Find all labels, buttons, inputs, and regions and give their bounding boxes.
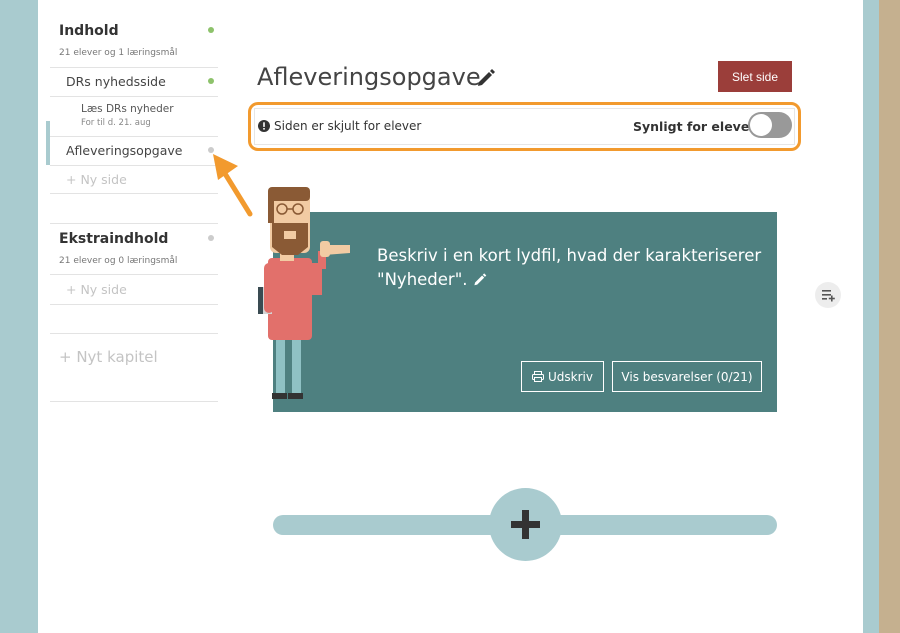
active-indicator — [46, 121, 50, 165]
left-frame — [0, 0, 38, 633]
divider — [50, 193, 218, 194]
page-title: Afleveringsopgave — [257, 63, 481, 91]
printer-icon — [532, 371, 544, 382]
plus-icon — [511, 510, 540, 539]
hidden-notice-text: Siden er skjult for elever — [274, 119, 422, 133]
add-content-button[interactable] — [489, 488, 562, 561]
new-chapter-link[interactable]: + Nyt kapitel — [59, 348, 158, 366]
sidebar-item-drs-nyhedsside[interactable]: DRs nyhedsside — [66, 74, 166, 89]
right-frame — [863, 0, 879, 633]
sidebar-subitem-date: For til d. 21. aug — [81, 118, 151, 128]
toggle-knob — [750, 114, 772, 136]
status-dot — [208, 78, 214, 84]
new-page-link[interactable]: + Ny side — [66, 172, 127, 187]
delete-page-button[interactable]: Slet side — [718, 61, 792, 92]
edit-title-pencil-icon[interactable] — [476, 67, 496, 87]
teacher-character-illustration — [258, 187, 350, 399]
new-page-link[interactable]: + Ny side — [66, 282, 127, 297]
show-answers-button[interactable]: Vis besvarelser (0/21) — [612, 361, 762, 392]
divider — [50, 304, 218, 305]
divider — [50, 96, 218, 97]
playlist-add-icon — [822, 290, 835, 302]
right-edge — [879, 0, 900, 633]
section-subtitle: 21 elever og 1 læringsmål — [59, 48, 178, 58]
task-description: Beskriv i en kort lydfil, hvad der karak… — [377, 244, 767, 292]
print-button-label: Udskriv — [548, 369, 593, 384]
hidden-notice: Siden er skjult for elever — [258, 119, 421, 133]
sidebar-item-afleveringsopgave[interactable]: Afleveringsopgave — [66, 143, 182, 158]
divider — [50, 333, 218, 334]
edit-task-pencil-icon[interactable] — [473, 272, 487, 286]
divider — [50, 401, 218, 402]
exclamation-circle-icon — [258, 120, 270, 132]
sidebar-subitem-title[interactable]: Læs DRs nyheder — [81, 103, 174, 115]
divider — [50, 223, 218, 224]
section-title-ekstraindhold[interactable]: Ekstraindhold — [59, 231, 168, 247]
divider — [50, 67, 218, 68]
section-subtitle: 21 elever og 0 læringsmål — [59, 256, 178, 266]
add-element-button[interactable] — [815, 282, 841, 308]
task-text: Beskriv i en kort lydfil, hvad der karak… — [377, 246, 762, 289]
section-title-indhold[interactable]: Indhold — [59, 23, 119, 39]
print-button[interactable]: Udskriv — [521, 361, 604, 392]
visibility-toggle[interactable] — [748, 112, 792, 138]
divider — [50, 165, 218, 166]
divider — [50, 274, 218, 275]
divider — [50, 136, 218, 137]
status-dot — [208, 235, 214, 241]
status-dot — [208, 27, 214, 33]
visibility-toggle-label: Synligt for elever — [633, 119, 756, 134]
